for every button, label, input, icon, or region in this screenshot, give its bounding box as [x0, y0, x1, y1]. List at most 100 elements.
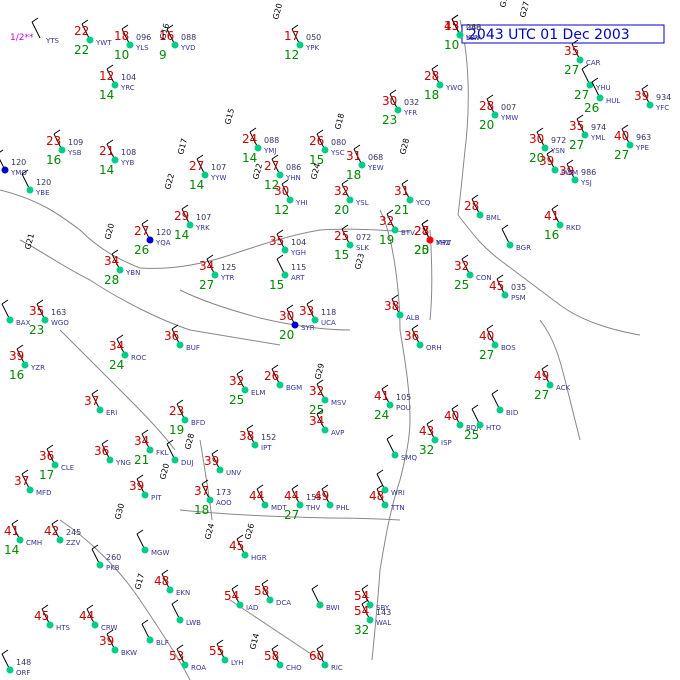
pressure-value: 120 [36, 178, 51, 187]
dewpoint-value: 27 [564, 63, 579, 77]
temperature-value: 18 [114, 29, 129, 43]
station-id: YSL [355, 199, 369, 207]
sky-cover-icon [146, 636, 154, 644]
temperature-value: 41 [374, 389, 389, 403]
station-id: IAD [246, 604, 258, 612]
sky-cover-icon [381, 486, 389, 494]
station-id: HGR [251, 554, 267, 562]
station-id: BGR [516, 244, 531, 252]
station-id: PIT [151, 494, 162, 502]
dewpoint-value: 21 [394, 203, 409, 217]
dewpoint-value: 22 [74, 43, 89, 57]
station-id: HUL [606, 97, 620, 105]
temperature-value: 31 [346, 149, 361, 163]
dewpoint-value: 20 [479, 118, 494, 132]
pressure-value: 080 [331, 138, 346, 147]
temperature-value: 33 [299, 304, 314, 318]
station-id: YWQ [445, 84, 463, 92]
station-id: YZR [30, 364, 45, 372]
dewpoint-value: 32 [354, 623, 369, 637]
dewpoint-value: 27 [574, 88, 589, 102]
surface-observation-map: 2043 UTC 01 Dec 2003 1510040YWA2222 YWTYT… [0, 0, 680, 680]
dewpoint-value: 25 [454, 278, 469, 292]
station-id: ZZV [66, 539, 81, 547]
station-id: IPT [261, 444, 272, 452]
pressure-value: 120 [11, 158, 26, 167]
temperature-value: 34 [109, 339, 124, 353]
temperature-value: 49 [534, 369, 549, 383]
temperature-value: 41 [4, 524, 19, 538]
dewpoint-value: 27 [199, 278, 214, 292]
temperature-value: 49 [314, 489, 329, 503]
temperature-value: 35 [569, 119, 584, 133]
pressure-value: 118 [321, 308, 336, 317]
station-id: YSB [67, 149, 82, 157]
station-id: BOS [501, 344, 516, 352]
temperature-value: 26 [309, 134, 324, 148]
dewpoint-value: 18 [346, 168, 361, 182]
temperature-value: 30 [529, 132, 544, 146]
station-id: BWI [326, 604, 340, 612]
temperature-value: 28 [479, 99, 494, 113]
station-id: BKW [121, 649, 137, 657]
temperature-value: 58 [264, 649, 279, 663]
temperature-value: 40 [479, 329, 494, 343]
pressure-value: 072 [356, 233, 371, 242]
pressure-value: 163 [51, 308, 66, 317]
temperature-value: 35 [29, 304, 44, 318]
pressure-value: 125 [221, 263, 236, 272]
pressure-value: 105 [396, 393, 411, 402]
dewpoint-value: 18 [194, 503, 209, 517]
station-id: DCA [276, 599, 291, 607]
station-id: ORH [426, 344, 442, 352]
station-id: YPK [305, 44, 319, 52]
station-id: CMH [26, 539, 42, 547]
pressure-value: 986 [581, 168, 596, 177]
station-id: YBN [125, 269, 140, 277]
sky-cover-icon [391, 451, 399, 459]
station-id: BML [486, 214, 501, 222]
pressure-value: 109 [68, 138, 83, 147]
temperature-value: 40 [444, 409, 459, 423]
temperature-value: 25 [334, 229, 349, 243]
station-id: BAX [16, 319, 31, 327]
station-id: YYW [210, 174, 227, 182]
pressure-value: 115 [291, 263, 306, 272]
temperature-value: 30 [279, 309, 294, 323]
station-id: BLF [156, 639, 169, 647]
station-id: PHL [336, 504, 349, 512]
temperature-value: 45 [229, 539, 244, 553]
temperature-value: 44 [284, 489, 299, 503]
station-id: CAR [586, 59, 601, 67]
temperature-value: 35 [564, 44, 579, 58]
temperature-value: 41 [544, 209, 559, 223]
dewpoint-value: 19 [379, 233, 394, 247]
station-id: BGM [286, 384, 302, 392]
dewpoint-value: 16 [544, 228, 559, 242]
temperature-value: 21 [99, 144, 114, 158]
pressure-value: 096 [136, 33, 151, 42]
temperature-value: 12 [99, 69, 114, 83]
dewpoint-value: 25 [414, 243, 429, 257]
temperature-value: 44 [79, 609, 94, 623]
temperature-value: 45 [34, 609, 49, 623]
pressure-value: 107 [211, 163, 226, 172]
sky-cover-icon [96, 561, 104, 569]
pressure-value: 143 [376, 608, 391, 617]
dewpoint-value: 23 [29, 323, 44, 337]
temperature-value: 37 [194, 484, 209, 498]
temperature-value: 22 [74, 24, 89, 38]
temperature-value: 32 [309, 384, 324, 398]
temperature-value: 39 [634, 89, 649, 103]
dewpoint-value: 27 [569, 138, 584, 152]
station-id: LEX [466, 34, 479, 42]
temperature-value: 53 [169, 649, 184, 663]
station-id: YLS [135, 44, 149, 52]
station-id: ALB [406, 314, 420, 322]
station-id: YTR [220, 274, 235, 282]
station-id: UNV [226, 469, 241, 477]
temperature-value: 32 [229, 374, 244, 388]
sky-cover-icon [316, 601, 324, 609]
station-id: YSC [330, 149, 345, 157]
map-background [0, 0, 680, 680]
